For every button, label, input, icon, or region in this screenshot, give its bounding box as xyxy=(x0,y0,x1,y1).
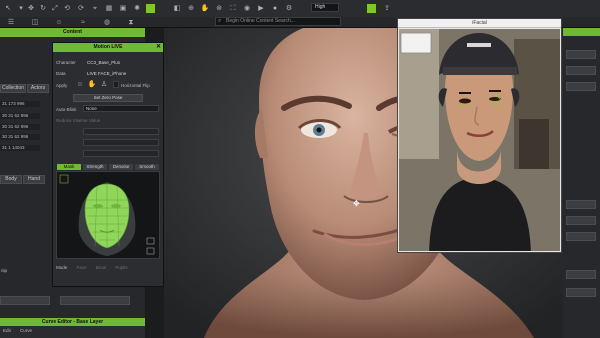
hand-button[interactable]: Hand xyxy=(23,175,45,184)
mode-face[interactable]: Face xyxy=(77,265,87,270)
tab-strength[interactable]: Strength xyxy=(82,163,108,171)
frame-icon[interactable]: ⛶ xyxy=(228,4,238,13)
character-value: CC3_Base_Plus xyxy=(87,60,121,65)
body-apply-icon[interactable]: ♙ xyxy=(99,80,109,89)
grid-icon[interactable]: ▦ xyxy=(104,4,114,13)
cube-icon[interactable]: ◫ xyxy=(30,18,40,27)
set-zero-pose-button[interactable]: Set Zero Pose xyxy=(73,94,143,102)
search-placeholder: Begin Online Content Search... xyxy=(226,18,295,24)
curve-editor-body: Edit Curve xyxy=(0,326,145,338)
curve-editor-tab-curve[interactable]: Curve xyxy=(20,328,32,333)
scale-icon[interactable]: ⤢ xyxy=(50,4,60,13)
render-icon[interactable]: ◉ xyxy=(242,4,252,13)
quality-select[interactable]: High xyxy=(311,3,339,12)
right-panel-field[interactable] xyxy=(566,200,596,209)
motion-live-tabs: Mask Strength Denoise Smooth xyxy=(56,163,160,171)
left-bottom-button[interactable] xyxy=(0,296,50,305)
active-tool-indicator[interactable] xyxy=(146,4,155,13)
camera-icon[interactable]: ▣ xyxy=(118,4,128,13)
pan-icon[interactable]: ✋ xyxy=(200,4,210,13)
select-dropdown-icon[interactable]: ▾ xyxy=(16,4,26,13)
mode-pupils[interactable]: Pupils xyxy=(115,265,127,270)
light-icon[interactable]: ✺ xyxy=(132,4,142,13)
close-icon[interactable]: ✕ xyxy=(156,43,161,52)
value-row: 31 1 14043 xyxy=(0,145,40,151)
auto-blink-select[interactable]: None xyxy=(83,105,159,112)
hand-apply-icon[interactable]: ✋ xyxy=(87,80,97,89)
data-label: Data xyxy=(56,71,66,76)
auto-blink-label: Auto-Blink xyxy=(56,107,77,112)
tab-mask[interactable]: Mask xyxy=(56,163,82,171)
export-icon[interactable]: ⇪ xyxy=(382,4,392,13)
motion-live-title: Motion LIVE ✕ xyxy=(53,43,163,52)
snap-icon[interactable]: ⌖ xyxy=(90,4,100,13)
right-panel-header xyxy=(563,28,600,36)
orbit-icon[interactable]: ⊛ xyxy=(214,4,224,13)
disabled-select xyxy=(83,139,159,146)
motion-live-title-text: Motion LIVE xyxy=(93,44,123,50)
horizontal-flip-label: Horizontal Flip xyxy=(121,83,150,88)
live-indicator[interactable] xyxy=(367,4,376,13)
value-row: 30 31 62 996 xyxy=(0,134,40,140)
timeline-icon[interactable]: ⧗ xyxy=(126,18,136,27)
hierarchy-icon[interactable]: ☰ xyxy=(6,18,16,27)
right-panel-field[interactable] xyxy=(566,216,596,225)
reduce-viseme-label: Reduce Viseme Value xyxy=(56,118,101,123)
side-label: nip xyxy=(1,268,8,273)
webcam-feed xyxy=(399,29,560,251)
view-icon[interactable]: ◧ xyxy=(172,4,182,13)
rotate-icon[interactable]: ↻ xyxy=(38,4,48,13)
select-icon[interactable]: ↖ xyxy=(3,4,13,13)
value-row: 31 173 996 xyxy=(0,101,40,107)
curve-editor-tab-edit[interactable]: Edit xyxy=(3,328,11,333)
left-bottom-button-2[interactable] xyxy=(60,296,130,305)
body-button[interactable]: Body xyxy=(0,175,22,184)
move-icon[interactable]: ✥ xyxy=(26,4,36,13)
tab-denoise[interactable]: Denoise xyxy=(108,163,134,171)
search-icon: ⌕ xyxy=(218,18,222,24)
apply-label: Apply xyxy=(56,83,68,88)
material-icon[interactable]: ◍ xyxy=(102,18,112,27)
motion-live-panel: Motion LIVE ✕ Character CC3_Base_Plus Da… xyxy=(52,42,164,287)
character-label: Character xyxy=(56,60,76,65)
webcam-person-image xyxy=(399,29,560,251)
settings-icon[interactable]: ⚙ xyxy=(284,4,294,13)
right-panel-field[interactable] xyxy=(566,50,596,59)
content-panel-title: Content xyxy=(0,28,145,37)
motion-icon[interactable]: ≈ xyxy=(78,18,88,27)
move-cursor-icon: ✥ xyxy=(353,199,360,208)
disabled-select xyxy=(83,150,159,157)
actors-button[interactable]: Actors xyxy=(27,84,49,93)
auto-blink-value: None xyxy=(86,106,97,111)
play-icon[interactable]: ▶ xyxy=(256,4,266,13)
right-panel-field[interactable] xyxy=(566,66,596,75)
data-value: LIVE FACE_iPhone xyxy=(87,71,127,76)
mode-row: Mode Face Brow Pupils xyxy=(56,265,128,270)
value-row: 30 31 62 996 xyxy=(0,124,40,130)
disabled-select xyxy=(83,128,159,135)
right-panel-slider[interactable] xyxy=(566,270,596,279)
face-apply-icon[interactable]: ☺ xyxy=(75,80,85,89)
undo-icon[interactable]: ⟲ xyxy=(62,4,72,13)
collection-button[interactable]: Collection xyxy=(0,84,26,93)
value-row: 30 31 62 996 xyxy=(0,113,40,119)
content-search-input[interactable]: ⌕ Begin Online Content Search... xyxy=(215,17,341,26)
right-panel-slider[interactable] xyxy=(566,288,596,297)
record-icon[interactable]: ● xyxy=(270,4,280,13)
horizontal-flip-checkbox[interactable] xyxy=(113,81,119,88)
zoom-icon[interactable]: ⊕ xyxy=(186,4,196,13)
webcam-window-title: iFacial xyxy=(398,19,561,28)
right-panel-field[interactable] xyxy=(566,232,596,241)
face-mask-view[interactable] xyxy=(56,171,160,259)
mode-brow[interactable]: Brow xyxy=(96,265,106,270)
webcam-window[interactable]: iFacial xyxy=(397,18,562,253)
human-icon[interactable]: ☺ xyxy=(54,18,64,27)
mode-label: Mode xyxy=(56,265,68,270)
redo-icon[interactable]: ⟳ xyxy=(76,4,86,13)
right-panel-field[interactable] xyxy=(566,82,596,91)
face-mask-mesh xyxy=(59,174,155,256)
curve-editor-title: Curve Editor - Base Layer xyxy=(0,318,145,326)
tab-smooth[interactable]: Smooth xyxy=(134,163,160,171)
